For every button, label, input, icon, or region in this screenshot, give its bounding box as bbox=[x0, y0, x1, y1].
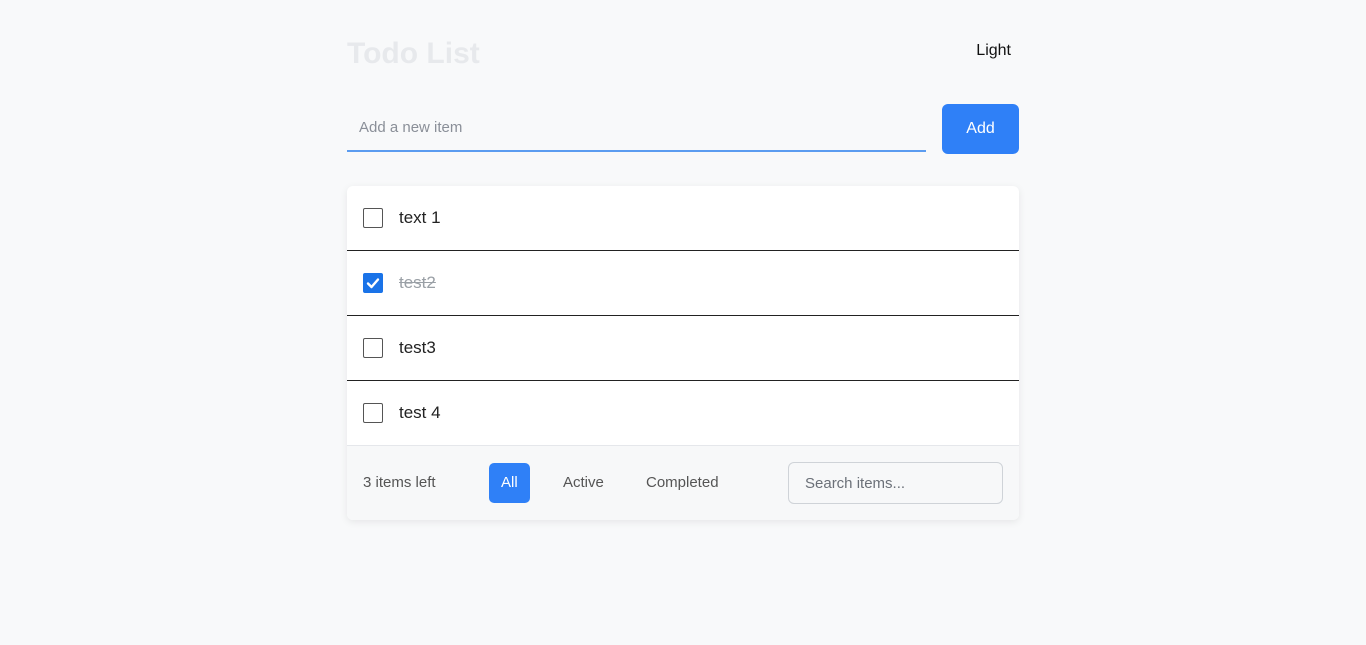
todo-item: test2 bbox=[347, 251, 1019, 316]
filter-active-button[interactable]: Active bbox=[551, 463, 616, 503]
page-title: Todo List bbox=[347, 37, 480, 70]
header: Todo List Light bbox=[347, 34, 1019, 74]
add-item-form: Add bbox=[347, 104, 1019, 154]
todo-text: test3 bbox=[399, 338, 436, 357]
todo-checkbox[interactable] bbox=[363, 208, 383, 228]
new-item-input[interactable] bbox=[347, 104, 926, 152]
items-left-count: 3 items left bbox=[363, 474, 436, 491]
search-input[interactable] bbox=[788, 462, 1003, 504]
add-button[interactable]: Add bbox=[942, 104, 1019, 154]
todo-item: test3 bbox=[347, 316, 1019, 381]
todo-text: test 4 bbox=[399, 403, 441, 422]
todo-checkbox[interactable] bbox=[363, 273, 383, 293]
list-footer: 3 items left All Active Completed bbox=[347, 446, 1019, 520]
todo-checkbox[interactable] bbox=[363, 338, 383, 358]
todo-item: test 4 bbox=[347, 381, 1019, 446]
todo-text: text 1 bbox=[399, 208, 441, 227]
theme-toggle-button[interactable]: Light bbox=[976, 42, 1011, 60]
todo-checkbox[interactable] bbox=[363, 403, 383, 423]
filter-all-button[interactable]: All bbox=[489, 463, 530, 503]
check-icon bbox=[366, 278, 380, 289]
todo-list-card: text 1 test2 test3 test 4 3 items left A… bbox=[347, 186, 1019, 520]
todo-item: text 1 bbox=[347, 186, 1019, 251]
filter-completed-button[interactable]: Completed bbox=[634, 463, 731, 503]
todo-text: test2 bbox=[399, 273, 436, 292]
